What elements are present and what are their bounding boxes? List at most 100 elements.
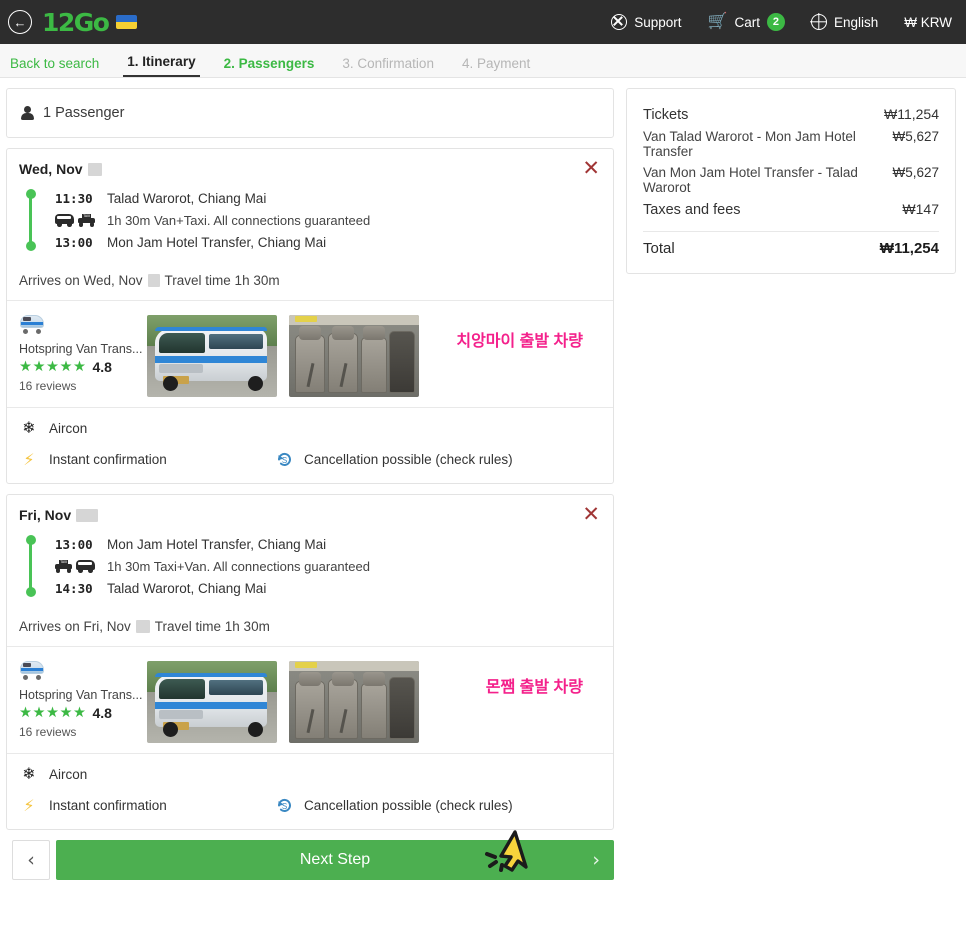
summary-divider [643, 231, 939, 232]
trip-timeline: 13:00 Mon Jam Hotel Transfer, Chiang Mai… [19, 533, 599, 599]
tab-passengers[interactable]: 2. Passengers [220, 56, 319, 78]
arrival-summary: Arrives on Wed, Nov Travel time 1h 30m [7, 263, 613, 300]
summary-row-leg-outbound: Van Talad Warorot - Mon Jam Hotel Transf… [643, 126, 939, 162]
travel-time-text: Travel time 1h 30m [154, 619, 270, 634]
remove-trip-button[interactable]: ✕ [582, 504, 600, 525]
annotation-note-outbound: 치앙마이 출발 차량 [456, 333, 583, 350]
previous-step-button[interactable]: ‹ [12, 840, 50, 880]
operator-name: Hotspring Van Trans... [19, 688, 143, 702]
summary-total-row: Total ₩11,254 [643, 240, 939, 257]
trip-date: Wed, Nov [19, 161, 599, 177]
top-header-bar: ← 12Go Support 🛒 Cart 2 English ₩ KRW [0, 0, 966, 44]
annotation-note-return: 몬쨈 출발 차량 [485, 679, 583, 696]
tab-confirmation[interactable]: 3. Confirmation [338, 56, 438, 78]
timeline-dot-start [25, 535, 36, 545]
arrives-prefix: Arrives on Wed, Nov [19, 273, 143, 288]
page-body: 1 Passenger Wed, Nov ✕ 11:30 Talad Waror… [0, 78, 966, 880]
operator-info: Hotspring Van Trans... ★★★★★ 4.8 16 revi… [19, 659, 147, 739]
segment-duration-text: 1h 30m Taxi+Van. All connections guarant… [107, 558, 370, 574]
back-arrow-icon[interactable]: ← [8, 10, 32, 34]
arrives-prefix: Arrives on Fri, Nov [19, 619, 131, 634]
back-to-search-link[interactable]: Back to search [6, 56, 103, 78]
timeline-line [29, 540, 32, 592]
cancellation-label: Cancellation possible (check rules) [304, 452, 513, 467]
cart-count-badge: 2 [766, 13, 785, 31]
brand-logo[interactable]: 12Go [42, 10, 137, 35]
redacted-arrival-day [135, 620, 150, 633]
summary-row-taxes: Taxes and fees ₩147 [643, 198, 939, 221]
star-rating-icon: ★★★★★ [19, 704, 87, 721]
van-icon [76, 559, 95, 573]
review-count[interactable]: 16 reviews [19, 379, 139, 393]
vehicle-exterior-photo[interactable] [147, 315, 277, 397]
summary-row-tickets: Tickets ₩11,254 [643, 103, 939, 126]
passenger-selector[interactable]: 1 Passenger [7, 89, 613, 137]
vehicle-exterior-photo[interactable] [147, 661, 277, 743]
timeline-arrival: 14:30 Talad Warorot, Chiang Mai [31, 577, 599, 599]
checkout-step-nav: Back to search 1. Itinerary 2. Passenger… [0, 44, 966, 78]
amenity-instant: ⚡ Instant confirmation [19, 797, 275, 814]
operator-logo-icon [19, 659, 45, 681]
arrival-time: 14:30 [55, 580, 93, 596]
next-step-label: Next Step [299, 851, 371, 868]
timeline-departure: 13:00 Mon Jam Hotel Transfer, Chiang Mai [31, 533, 599, 555]
transport-mode-icons: TAXI [55, 213, 99, 227]
operator-rating: ★★★★★ 4.8 [19, 705, 139, 721]
arrival-place: Mon Jam Hotel Transfer, Chiang Mai [107, 234, 327, 250]
passenger-count-label: 1 Passenger [43, 105, 125, 121]
operator-info: Hotspring Van Trans... ★★★★★ 4.8 16 revi… [19, 313, 147, 393]
trip-card-return: Fri, Nov ✕ 13:00 Mon Jam Hotel Transfer,… [6, 494, 614, 830]
timeline-dot-start [25, 189, 36, 199]
cart-icon: 🛒 [707, 13, 728, 30]
vehicle-photos [147, 659, 419, 743]
language-selector[interactable]: English [810, 14, 878, 30]
departure-place: Mon Jam Hotel Transfer, Chiang Mai [107, 536, 327, 552]
price-summary-card: Tickets ₩11,254 Van Talad Warorot - Mon … [626, 88, 956, 274]
redacted-day [76, 508, 99, 522]
globe-icon [810, 14, 827, 30]
summary-label: Van Talad Warorot - Mon Jam Hotel Transf… [643, 129, 856, 159]
amenity-row: ⚡ Instant confirmation S Cancellation po… [7, 444, 613, 483]
review-count[interactable]: 16 reviews [19, 725, 139, 739]
remove-trip-button[interactable]: ✕ [582, 158, 600, 179]
cart-button[interactable]: 🛒 Cart 2 [708, 13, 785, 31]
currency-selector[interactable]: ₩ KRW [904, 15, 952, 30]
tab-itinerary[interactable]: 1. Itinerary [123, 54, 200, 77]
ukraine-flag-icon [115, 15, 137, 29]
amenity-cancellation[interactable]: S Cancellation possible (check rules) [275, 450, 513, 469]
arrival-summary: Arrives on Fri, Nov Travel time 1h 30m [7, 609, 613, 646]
taxi-icon: TAXI [78, 213, 95, 227]
vehicle-interior-photo[interactable] [289, 661, 419, 743]
segment-duration-text: 1h 30m Van+Taxi. All connections guarant… [107, 212, 371, 228]
summary-column: Tickets ₩11,254 Van Talad Warorot - Mon … [626, 88, 956, 880]
lightning-bolt-icon: ⚡ [23, 449, 35, 469]
trip-date-text: Fri, Nov [19, 507, 72, 523]
summary-value: ₩5,627 [892, 165, 939, 180]
tab-payment[interactable]: 4. Payment [458, 56, 534, 78]
header-actions: Support 🛒 Cart 2 English ₩ KRW [611, 13, 952, 31]
redacted-day [87, 162, 102, 176]
next-step-button[interactable]: Next Step › [56, 830, 614, 880]
click-cursor-icon [471, 826, 537, 888]
svg-text:S: S [282, 802, 287, 811]
amenity-row: ⚡ Instant confirmation S Cancellation po… [7, 790, 613, 829]
svg-text:S: S [282, 456, 287, 465]
refund-arrow-icon: S [275, 450, 294, 469]
van-icon [55, 213, 74, 227]
logo-text: 12Go [42, 7, 110, 37]
rating-value: 4.8 [92, 705, 112, 721]
operator-row: Hotspring Van Trans... ★★★★★ 4.8 16 revi… [7, 647, 613, 753]
timeline-arrival: 13:00 Mon Jam Hotel Transfer, Chiang Mai [31, 231, 599, 253]
summary-label: Taxes and fees [643, 202, 741, 218]
currency-label: ₩ KRW [904, 14, 952, 30]
trip-header: Wed, Nov ✕ 11:30 Talad Warorot, Chiang M… [7, 149, 613, 263]
aircon-label: Aircon [49, 766, 88, 782]
amenity-aircon: ❄ Aircon [7, 408, 613, 444]
travel-time-text: Travel time 1h 30m [164, 273, 280, 288]
support-button[interactable]: Support [611, 14, 682, 30]
refund-arrow-icon: S [275, 796, 294, 815]
vehicle-interior-photo[interactable] [289, 315, 419, 397]
operator-logo-icon [19, 313, 45, 335]
amenity-cancellation[interactable]: S Cancellation possible (check rules) [275, 796, 513, 815]
summary-value: ₩5,627 [892, 129, 939, 144]
